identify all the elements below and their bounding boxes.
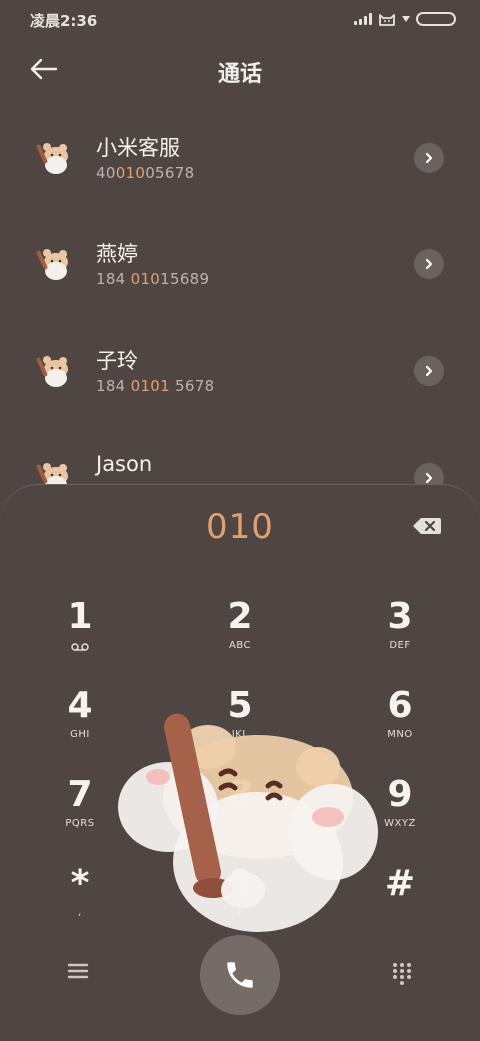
wifi-icon xyxy=(402,16,410,22)
dial-key-7[interactable]: 7 PQRS xyxy=(20,775,140,855)
contact-name: 燕婷 xyxy=(96,242,138,266)
contact-row[interactable]: 燕婷 184 01015689 xyxy=(0,216,480,316)
dialpad-grid-icon[interactable] xyxy=(390,961,414,985)
entered-number: 010 xyxy=(206,507,274,547)
dial-key-3[interactable]: 3 DEF xyxy=(340,597,460,677)
contact-number: 4001005678 xyxy=(96,164,195,182)
status-bar: 凌晨2:36 xyxy=(0,0,480,40)
chevron-right-icon xyxy=(425,365,433,377)
contact-name: 子玲 xyxy=(96,349,138,373)
dial-key-9[interactable]: 9 WXYZ xyxy=(340,775,460,855)
chevron-right-icon xyxy=(425,472,433,484)
contact-detail-button[interactable] xyxy=(414,249,444,279)
status-time: 凌晨2:36 xyxy=(30,12,98,30)
cat-face-icon xyxy=(379,14,395,26)
chevron-right-icon xyxy=(425,258,433,270)
contact-row[interactable]: 子玲 184 0101 5678 xyxy=(0,323,480,423)
call-button[interactable] xyxy=(200,935,280,1015)
dial-key-4[interactable]: 4 GHI xyxy=(20,686,140,766)
signal-icon xyxy=(354,13,372,25)
dialpad-panel: 010 1 2 ABC 3 DEF 4 GHI 5 JKL 6 MNO 7 PQ… xyxy=(0,484,480,1041)
hamster-avatar-icon xyxy=(36,249,68,280)
dial-key-8[interactable]: 8 TUV xyxy=(180,775,300,855)
dial-key-hash[interactable]: # xyxy=(340,864,460,944)
menu-icon[interactable] xyxy=(64,959,92,983)
dial-key-2[interactable]: 2 ABC xyxy=(180,597,300,677)
contact-row[interactable]: 小米客服 4001005678 xyxy=(0,110,480,210)
hamster-avatar-icon xyxy=(36,143,68,174)
status-icons xyxy=(354,12,456,26)
backspace-icon[interactable] xyxy=(412,516,442,536)
phone-icon xyxy=(227,962,253,988)
contact-number: 184 0101 5678 xyxy=(96,377,215,395)
dial-key-0[interactable]: 0 + xyxy=(180,864,300,944)
dial-key-1[interactable]: 1 xyxy=(20,597,140,677)
contact-name: 小米客服 xyxy=(96,136,180,160)
voicemail-icon xyxy=(71,643,89,651)
top-bar: 通话 xyxy=(0,44,480,98)
chevron-right-icon xyxy=(425,152,433,164)
hamster-avatar-icon xyxy=(36,356,68,387)
contact-number: 184 01015689 xyxy=(96,270,210,288)
battery-icon xyxy=(416,12,456,26)
dial-key-6[interactable]: 6 MNO xyxy=(340,686,460,766)
dial-key-5[interactable]: 5 JKL xyxy=(180,686,300,766)
dial-key-star[interactable]: * , xyxy=(20,864,140,944)
contact-detail-button[interactable] xyxy=(414,356,444,386)
page-title: 通话 xyxy=(217,62,262,87)
contact-detail-button[interactable] xyxy=(414,143,444,173)
contact-name: Jason xyxy=(96,452,153,476)
